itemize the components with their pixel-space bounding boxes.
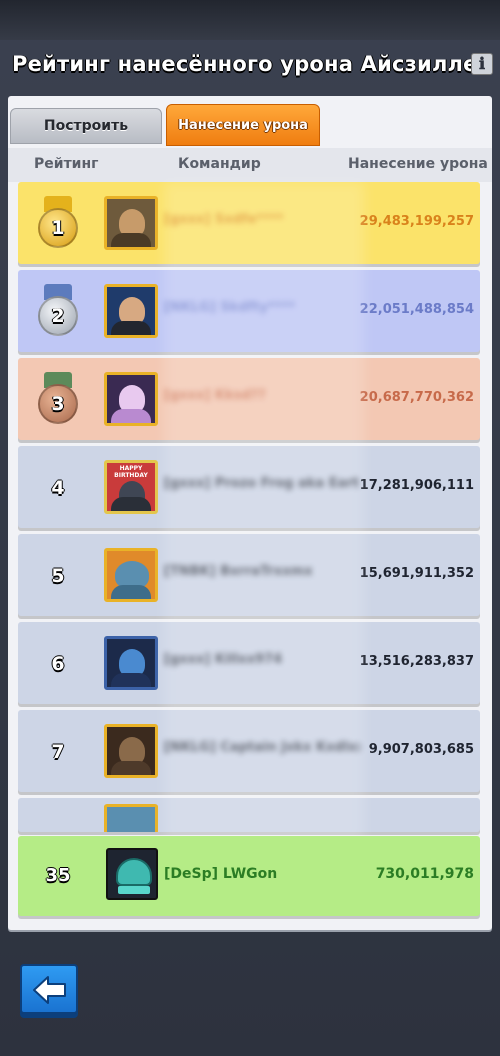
rank-value: 5 <box>51 565 65 587</box>
rank-value: 1 <box>38 208 78 248</box>
gold-medal-icon: 1 <box>34 196 82 252</box>
column-rank: Рейтинг <box>34 156 99 172</box>
avatar[interactable] <box>104 724 158 778</box>
own-rank-row[interactable]: 35 [DeSp] LWGon 730,011,978 <box>18 836 480 916</box>
column-damage: Нанесение урона <box>348 156 488 172</box>
damage-value: 17,281,906,111 <box>359 478 474 493</box>
tab-damage[interactable]: Нанесение урона <box>166 104 320 146</box>
rank-value: 2 <box>38 296 78 336</box>
helmet-icon <box>116 858 152 886</box>
back-button[interactable] <box>20 964 78 1014</box>
column-header: Рейтинг Командир Нанесение урона <box>8 148 492 182</box>
bronze-medal-icon: 3 <box>34 372 82 428</box>
rank-value: 7 <box>51 741 65 763</box>
page-title: Рейтинг нанесённого урона Айсзилле <box>12 52 478 76</box>
birthday-label: HAPPY BIRTHDAY <box>114 465 148 479</box>
rank-value: 3 <box>38 384 78 424</box>
silver-medal-icon: 2 <box>34 284 82 340</box>
column-commander: Командир <box>178 156 261 172</box>
info-icon[interactable]: ℹ <box>471 53 493 75</box>
avatar[interactable] <box>104 372 158 426</box>
damage-value: 9,907,803,685 <box>368 742 474 757</box>
damage-value: 730,011,978 <box>375 866 474 882</box>
tab-build[interactable]: Построить <box>10 108 162 144</box>
top-strip <box>0 0 500 40</box>
avatar[interactable] <box>104 284 158 338</box>
avatar[interactable] <box>104 636 158 690</box>
privacy-blur <box>164 182 364 842</box>
leaderboard-panel: Построить Нанесение урона Рейтинг Команд… <box>8 96 492 930</box>
rank-value: 35 <box>45 865 71 886</box>
avatar[interactable] <box>104 196 158 250</box>
damage-value: 22,051,488,854 <box>359 302 474 317</box>
avatar[interactable]: HAPPY BIRTHDAY <box>104 460 158 514</box>
title-bar: Рейтинг нанесённого урона Айсзилле ℹ <box>0 40 500 92</box>
avatar[interactable] <box>106 848 158 900</box>
avatar[interactable] <box>104 548 158 602</box>
rank-value: 4 <box>51 477 65 499</box>
arrow-left-icon <box>33 976 66 1004</box>
avatar[interactable] <box>104 804 158 832</box>
rank-value: 6 <box>51 653 65 675</box>
damage-value: 13,516,283,837 <box>359 654 474 669</box>
commander-name: [DeSp] LWGon <box>164 866 278 882</box>
damage-value: 29,483,199,257 <box>359 214 474 229</box>
damage-value: 20,687,770,362 <box>359 390 474 405</box>
damage-value: 15,691,911,352 <box>359 566 474 581</box>
helmet-strap <box>118 886 150 894</box>
